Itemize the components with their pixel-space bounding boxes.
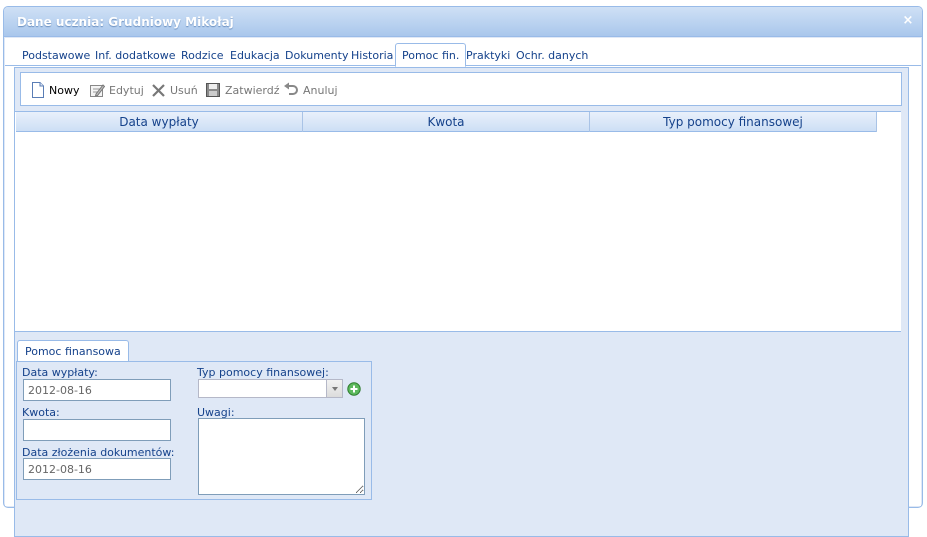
grid-header: Data wypłaty Kwota Typ pomocy finansowej — [16, 112, 877, 132]
delete-button[interactable]: Usuń — [151, 81, 198, 99]
column-header-aid-type[interactable]: Typ pomocy finansowej — [590, 112, 877, 132]
add-aid-type-icon[interactable] — [347, 382, 361, 396]
save-icon — [206, 83, 220, 97]
delete-icon — [152, 83, 165, 97]
amount-field[interactable] — [23, 419, 171, 441]
aid-type-select[interactable] — [198, 379, 343, 398]
payout-date-label: Data wypłaty: — [22, 366, 98, 379]
tab-pomoc-finansowa[interactable]: Pomoc finansowa — [17, 340, 129, 362]
new-document-icon — [32, 82, 44, 98]
window-title: Dane ucznia: Grudniowy Mikołaj — [17, 15, 234, 29]
docs-date-field[interactable] — [23, 458, 171, 480]
tab-praktyki[interactable]: Praktyki — [466, 44, 510, 66]
tab-edukacja[interactable]: Edukacja — [230, 44, 280, 66]
tab-pomoc-fin[interactable]: Pomoc fin. — [395, 43, 467, 67]
tab-inf-dodatkowe[interactable]: Inf. dodatkowe — [95, 44, 176, 66]
new-button[interactable]: Nowy — [31, 81, 79, 99]
tab-historia[interactable]: Historia — [351, 44, 393, 66]
toolbar: Nowy Edytuj Usuń Zatwierdź Anuluj — [20, 72, 902, 106]
tab-rodzice[interactable]: Rodzice — [181, 44, 224, 66]
undo-icon — [284, 82, 298, 95]
edit-button-label: Edytuj — [109, 83, 144, 97]
tab-bar: Podstawowe Inf. dodatkowe Rodzice Edukac… — [5, 42, 921, 67]
form-tab-bar: Pomoc finansowa — [15, 338, 375, 362]
payout-date-field[interactable] — [23, 379, 171, 401]
aid-form: Data wypłaty: Kwota: Data złożenia dokum… — [16, 361, 372, 500]
window-body: Podstawowe Inf. dodatkowe Rodzice Edukac… — [5, 38, 921, 537]
tab-podstawowe[interactable]: Podstawowe — [22, 44, 90, 66]
financial-aid-panel: Nowy Edytuj Usuń Zatwierdź Anuluj Data w… — [14, 67, 909, 537]
amount-label: Kwota: — [22, 406, 60, 419]
window-header[interactable]: Dane ucznia: Grudniowy Mikołaj × — [4, 7, 922, 37]
edit-icon — [90, 84, 105, 97]
new-button-label: Nowy — [49, 83, 80, 97]
edit-button[interactable]: Edytuj — [89, 81, 144, 99]
aid-type-label: Typ pomocy finansowej: — [197, 366, 329, 379]
tab-dokumenty[interactable]: Dokumenty — [285, 44, 348, 66]
cancel-button-label: Anuluj — [303, 83, 338, 97]
cancel-button[interactable]: Anuluj — [283, 81, 338, 99]
delete-button-label: Usuń — [170, 83, 198, 97]
notes-field[interactable] — [198, 418, 365, 495]
column-header-amount[interactable]: Kwota — [303, 112, 590, 132]
tab-ochr-danych[interactable]: Ochr. danych — [516, 44, 588, 66]
student-data-window: Dane ucznia: Grudniowy Mikołaj × Podstaw… — [3, 6, 923, 537]
column-header-payout-date[interactable]: Data wypłaty — [16, 112, 303, 132]
aid-grid: Data wypłaty Kwota Typ pomocy finansowej — [15, 111, 901, 332]
close-icon[interactable]: × — [902, 14, 914, 27]
confirm-button[interactable]: Zatwierdź — [205, 81, 280, 99]
confirm-button-label: Zatwierdź — [225, 83, 280, 97]
chevron-down-icon[interactable] — [326, 380, 342, 397]
